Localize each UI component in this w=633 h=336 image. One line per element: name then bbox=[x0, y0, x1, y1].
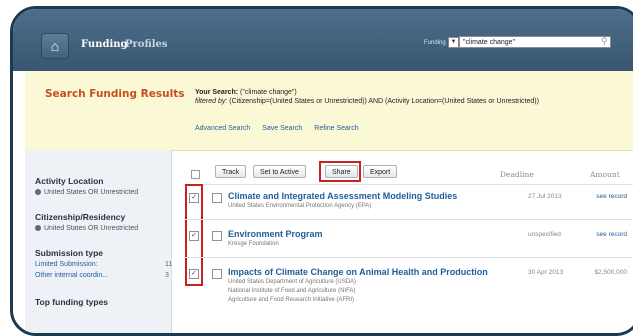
result-sponsor: United States Environmental Protection A… bbox=[228, 203, 372, 209]
filtered-label: filtered by: bbox=[195, 98, 228, 105]
summary-links: Advanced Search Save Search Refine Searc… bbox=[195, 125, 369, 132]
divider bbox=[183, 184, 633, 185]
result-flag-checkbox[interactable] bbox=[212, 193, 222, 203]
result-sponsor: United States Department of Agriculture … bbox=[228, 279, 357, 285]
share-highlight-box bbox=[319, 161, 361, 182]
divider bbox=[183, 257, 633, 258]
search-icon[interactable]: ⚲ bbox=[601, 36, 608, 47]
search-summary: Search Funding Results Your Search: ("cl… bbox=[25, 71, 633, 151]
export-button[interactable]: Export bbox=[363, 165, 398, 178]
result-title-link[interactable]: Climate and Integrated Assessment Modeli… bbox=[228, 191, 457, 201]
divider bbox=[183, 219, 633, 220]
result-select-checkbox[interactable]: ✓ bbox=[189, 231, 199, 241]
advanced-search-link[interactable]: Advanced Search bbox=[195, 125, 250, 132]
deadline-column-header[interactable]: Deadline bbox=[500, 170, 534, 179]
search-description: Your Search: ("climate change") filtered… bbox=[195, 88, 615, 106]
facet-heading-citizenship: Citizenship/Residency bbox=[35, 212, 126, 222]
result-sponsor: National Institute of Food and Agricultu… bbox=[228, 288, 356, 294]
scope-dropdown-icon[interactable]: ▼ bbox=[448, 37, 459, 48]
facet-heading-top-funding-types: Top funding types bbox=[35, 297, 109, 307]
result-sponsor: Agriculture and Food Research Initiative… bbox=[228, 297, 355, 303]
page-title: Search Funding Results bbox=[45, 88, 185, 100]
save-search-link[interactable]: Save Search bbox=[262, 125, 302, 132]
facet-heading-submission-type: Submission type bbox=[35, 248, 104, 258]
facet-value-activity-location[interactable]: United States OR Unrestricted bbox=[35, 189, 138, 196]
your-search-label: Your Search: bbox=[195, 89, 239, 96]
facet-heading-activity-location: Activity Location bbox=[35, 176, 104, 186]
remove-filter-icon[interactable] bbox=[35, 225, 41, 231]
filtered-text: (Citizenship=(United States or Unrestric… bbox=[229, 98, 539, 105]
amount-column-header[interactable]: Amount bbox=[590, 170, 620, 179]
tab-funding[interactable]: Funding bbox=[81, 39, 128, 50]
select-all-checkbox[interactable] bbox=[191, 170, 200, 179]
facet-link-other-internal[interactable]: Other internal coordin... bbox=[35, 272, 108, 279]
refine-search-link[interactable]: Refine Search bbox=[314, 125, 358, 132]
result-amount-link[interactable]: see record bbox=[596, 231, 627, 238]
search-input[interactable]: "climate change" bbox=[459, 36, 611, 48]
filter-sidebar: Activity Location United States OR Unres… bbox=[25, 150, 173, 333]
result-amount-link[interactable]: see record bbox=[596, 193, 627, 200]
home-icon[interactable]: ⌂ bbox=[41, 33, 69, 59]
result-deadline: 27 Jul 2013 bbox=[528, 193, 562, 200]
tab-profiles[interactable]: Profiles bbox=[125, 39, 168, 50]
set-to-active-button[interactable]: Set to Active bbox=[253, 165, 306, 178]
result-select-checkbox[interactable]: ✓ bbox=[189, 193, 199, 203]
result-deadline: unspecified bbox=[528, 231, 561, 238]
result-flag-checkbox[interactable] bbox=[212, 231, 222, 241]
result-sponsor: Kresge Foundation bbox=[228, 241, 279, 247]
facet-count: 3 bbox=[165, 272, 169, 279]
facet-link-limited-submission[interactable]: Limited Submission: bbox=[35, 261, 98, 268]
facet-value-citizenship[interactable]: United States OR Unrestricted bbox=[35, 225, 138, 232]
result-flag-checkbox[interactable] bbox=[212, 269, 222, 279]
search-scope-label[interactable]: Funding bbox=[424, 40, 446, 46]
app-frame: ⌂ Funding Profiles Funding ▼ "climate ch… bbox=[10, 6, 633, 336]
result-title-link[interactable]: Impacts of Climate Change on Animal Heal… bbox=[228, 267, 488, 277]
result-deadline: 30 Apr 2013 bbox=[528, 269, 564, 276]
result-title-link[interactable]: Environment Program bbox=[228, 229, 323, 239]
result-select-checkbox[interactable]: ✓ bbox=[189, 269, 199, 279]
remove-filter-icon[interactable] bbox=[35, 189, 41, 195]
facet-count: 11 bbox=[165, 261, 173, 268]
result-amount: $2,500,000 bbox=[594, 269, 627, 276]
your-search-query: ("climate change") bbox=[240, 89, 297, 96]
track-button[interactable]: Track bbox=[215, 165, 247, 178]
top-nav-bar: ⌂ Funding Profiles Funding ▼ "climate ch… bbox=[13, 9, 633, 71]
